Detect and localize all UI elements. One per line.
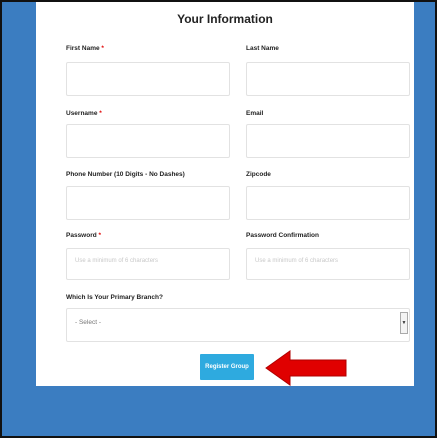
register-group-button[interactable]: Register Group (200, 354, 254, 380)
password-label: Password * (66, 232, 102, 239)
registration-form: Your Information First Name * Last Name … (36, 2, 414, 386)
email-input[interactable] (246, 124, 410, 158)
username-label: Username * (66, 110, 102, 117)
required-marker: * (99, 110, 102, 117)
required-marker: * (101, 45, 104, 52)
password-confirmation-input[interactable]: Use a minimum of 6 characters (246, 248, 410, 280)
username-input[interactable] (66, 124, 230, 158)
password-confirmation-label: Password Confirmation (246, 232, 319, 239)
chevron-down-icon[interactable]: ▼ (400, 312, 408, 334)
phone-label: Phone Number (10 Digits - No Dashes) (66, 171, 185, 178)
phone-input[interactable] (66, 186, 230, 220)
red-left-arrow-icon (265, 350, 347, 386)
last-name-input[interactable] (246, 62, 410, 96)
page-frame: Your Information First Name * Last Name … (0, 0, 437, 438)
required-marker: * (98, 232, 102, 239)
last-name-label: Last Name (246, 45, 279, 52)
branch-select[interactable]: - Select - ▼ (66, 308, 410, 342)
password-confirmation-placeholder: Use a minimum of 6 characters (255, 258, 339, 264)
first-name-input[interactable] (66, 62, 230, 96)
email-label: Email (246, 110, 264, 117)
bottom-background (2, 402, 435, 436)
first-name-label: First Name * (66, 45, 104, 52)
branch-selected-value: - Select - (75, 319, 102, 326)
password-placeholder: Use a minimum of 6 characters (75, 258, 159, 264)
zipcode-input[interactable] (246, 186, 410, 220)
branch-label: Which Is Your Primary Branch? (66, 294, 163, 301)
form-title: Your Information (177, 12, 273, 26)
zipcode-label: Zipcode (246, 171, 271, 178)
password-input[interactable]: Use a minimum of 6 characters (66, 248, 230, 280)
